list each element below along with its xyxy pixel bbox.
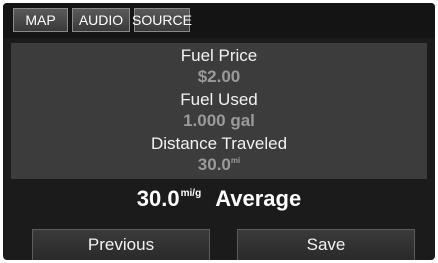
fuel-used-label: Fuel Used [180, 90, 258, 109]
tab-source[interactable]: SOURCE [132, 8, 192, 32]
previous-button[interactable]: Previous [32, 229, 210, 260]
distance-value: 30.0 [197, 155, 231, 174]
tab-audio[interactable]: AUDIO [72, 8, 130, 32]
average-value-group: 30.0 mi/g [137, 186, 201, 212]
distance-unit: mi [230, 156, 241, 165]
fuel-used-value: 1.000 gal [183, 111, 255, 130]
average-economy: 30.0 mi/g Average [3, 181, 435, 217]
average-label: Average [215, 186, 302, 211]
tab-bar: MAP AUDIO SOURCE [3, 3, 435, 38]
distance-label: Distance Traveled [150, 134, 288, 153]
average-value: 30.0 [136, 186, 180, 211]
fuel-economy-screen: MAP AUDIO SOURCE Fuel Price $2.00 Fuel U… [3, 3, 435, 260]
trip-info-panel: Fuel Price $2.00 Fuel Used 1.000 gal Dis… [11, 43, 427, 179]
save-button[interactable]: Save [237, 229, 415, 260]
distance-value-row: 30.0mi [11, 155, 427, 175]
fuel-price-label: Fuel Price [180, 46, 258, 65]
tab-map[interactable]: MAP [13, 8, 68, 32]
average-unit: mi/g [180, 188, 202, 199]
fuel-price-value: $2.00 [197, 67, 241, 86]
